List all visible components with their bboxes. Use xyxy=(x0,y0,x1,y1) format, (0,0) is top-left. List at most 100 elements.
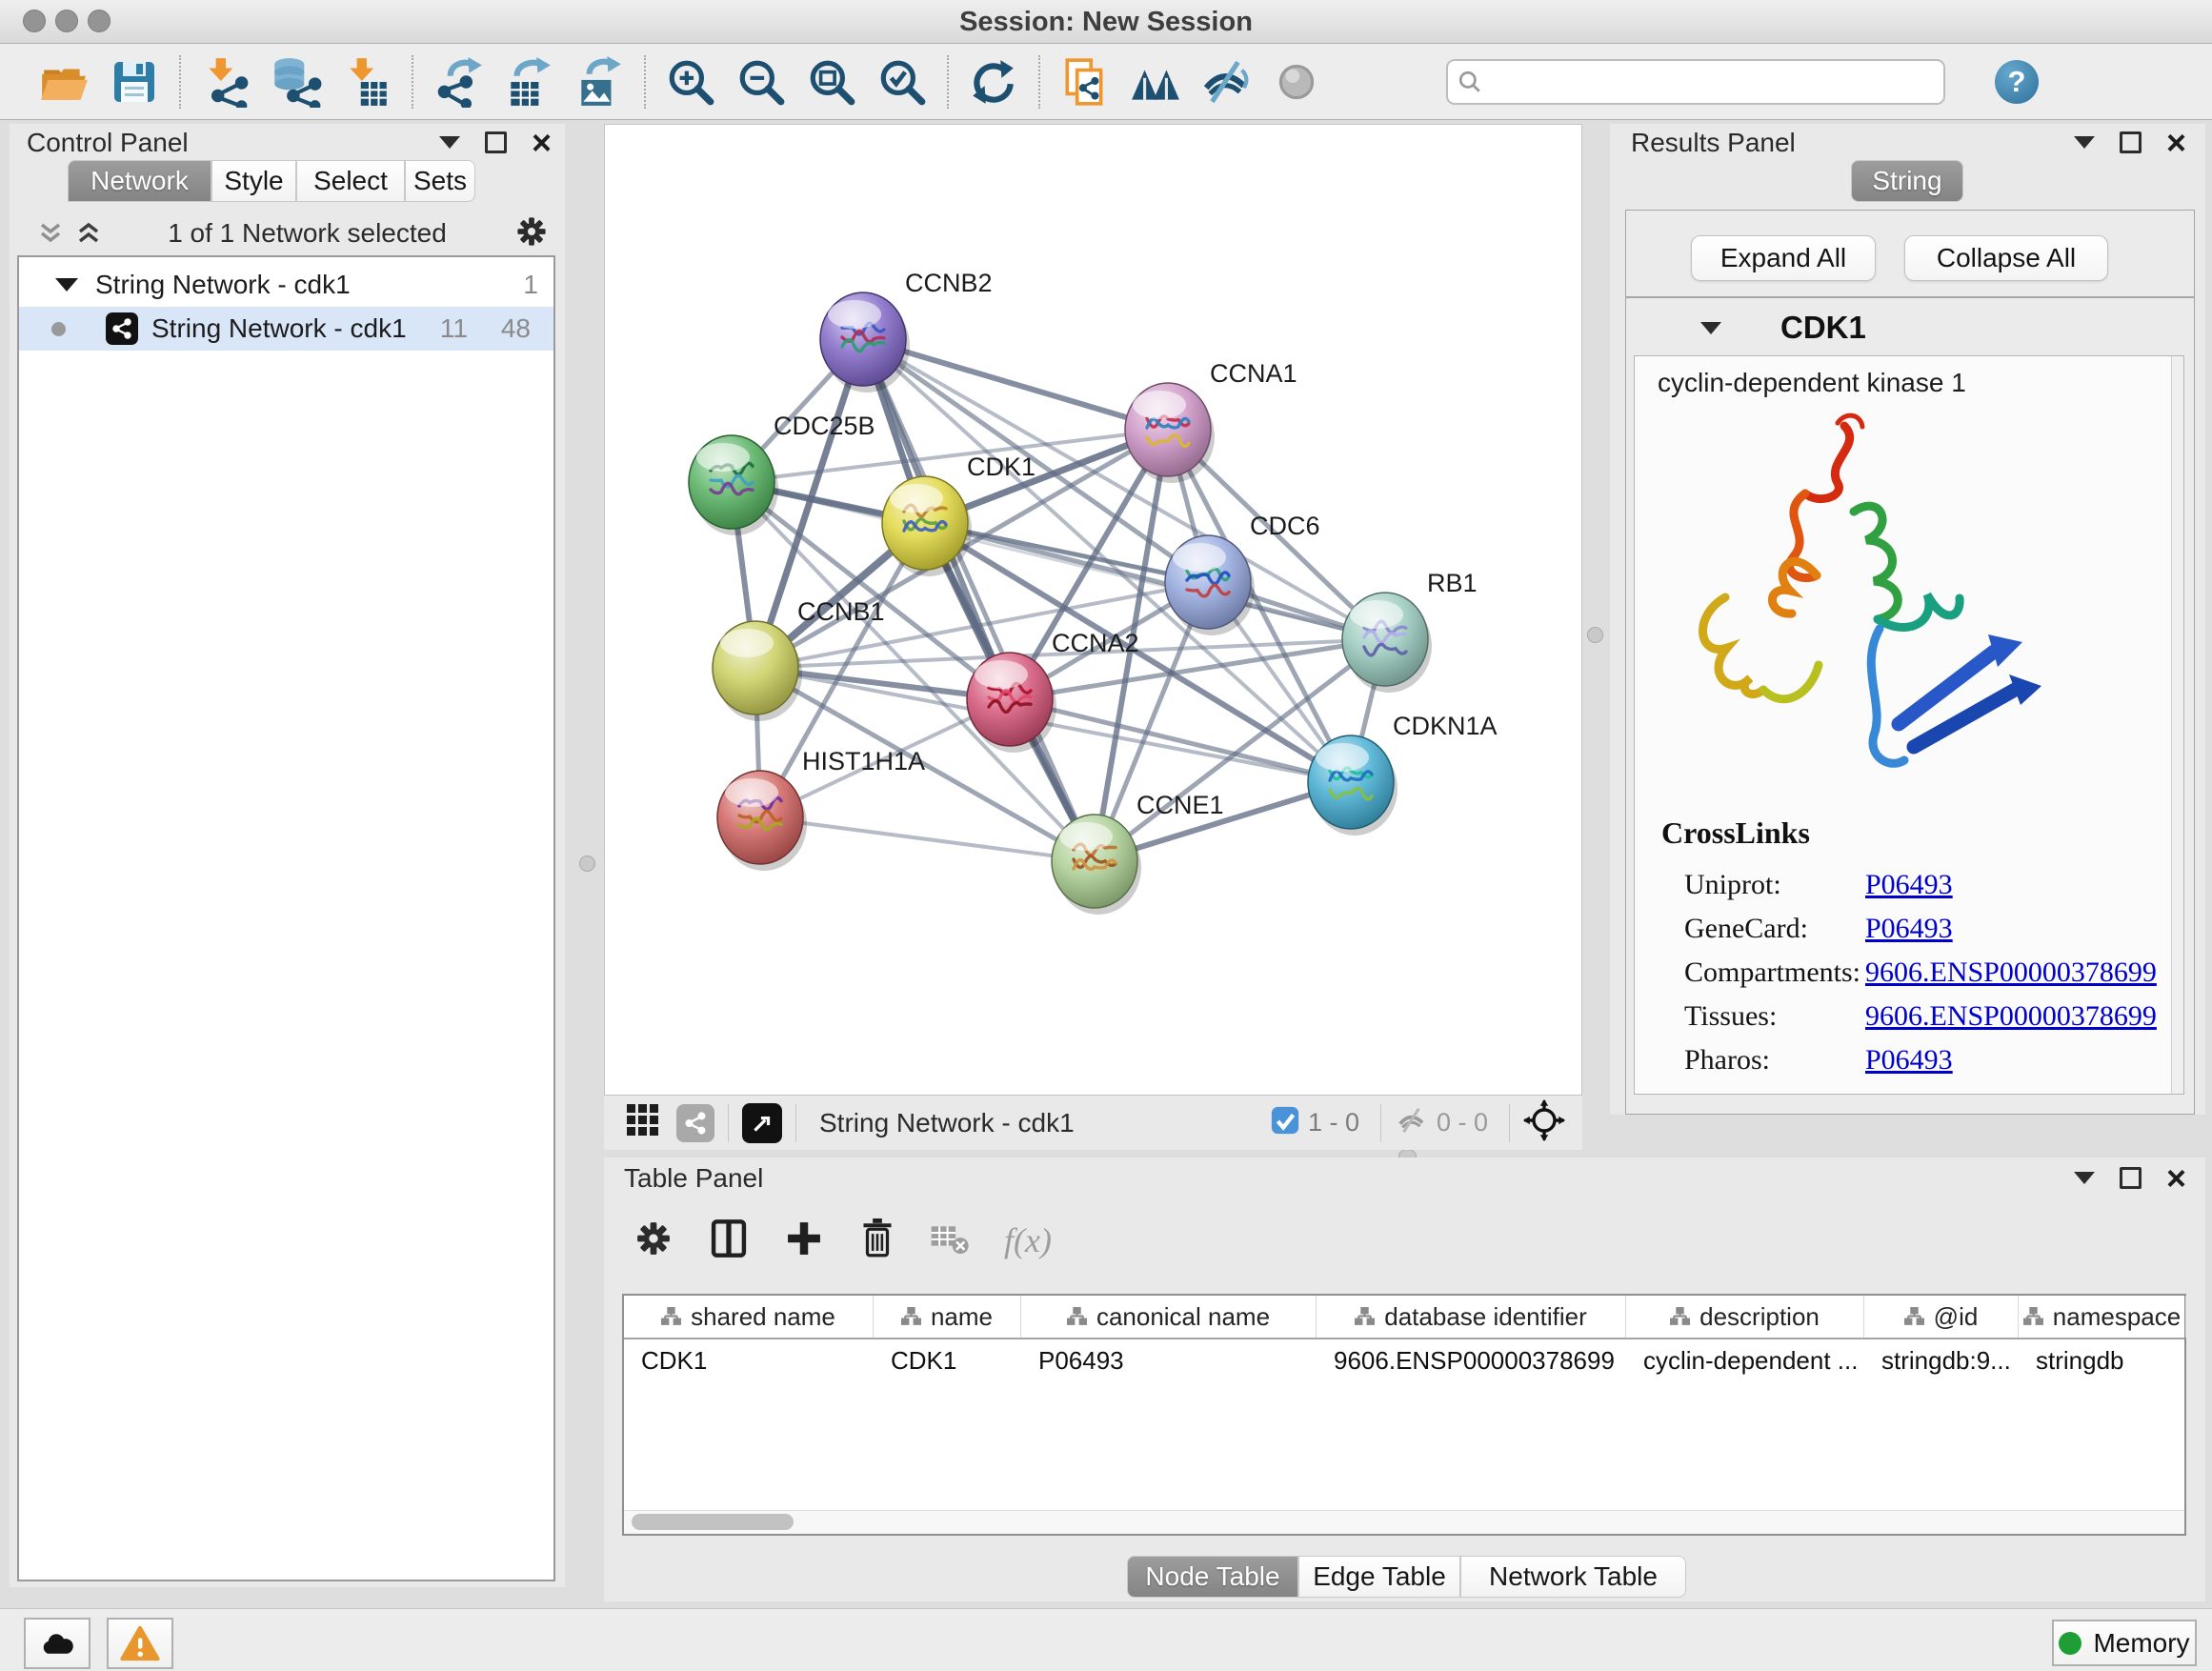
panel-close-icon[interactable]: × xyxy=(2166,133,2186,152)
column-header-canonical-name[interactable]: canonical name xyxy=(1021,1296,1317,1338)
delete-column-icon[interactable] xyxy=(857,1217,897,1265)
import-network-from-database-button[interactable] xyxy=(261,51,332,112)
network-node-hist1h1a[interactable]: HIST1H1A xyxy=(717,747,925,864)
save-session-button[interactable] xyxy=(99,51,170,112)
table-panel-title: Table Panel xyxy=(624,1163,763,1194)
right-splitter-handle[interactable] xyxy=(1587,627,1603,643)
crosslink-row: Compartments:9606.ENSP00000378699 xyxy=(1684,951,2161,995)
results-scrollbar[interactable] xyxy=(2171,356,2183,1094)
tab-network[interactable]: Network xyxy=(68,160,211,202)
column-header-label: description xyxy=(1699,1302,1820,1332)
table-cell[interactable]: 9606.ENSP00000378699 xyxy=(1317,1339,1626,1381)
detach-view-icon[interactable] xyxy=(742,1103,782,1143)
expand-all-networks-icon[interactable] xyxy=(76,222,101,245)
toolbar-search-field[interactable] xyxy=(1446,59,1945,105)
panel-float-icon[interactable] xyxy=(485,131,507,153)
toolbar-separator xyxy=(1509,1104,1510,1142)
column-header-label: database identifier xyxy=(1384,1302,1586,1332)
table-options-gear-icon[interactable] xyxy=(633,1218,674,1264)
export-image-button[interactable] xyxy=(564,51,634,112)
network-overview-button[interactable] xyxy=(1120,51,1191,112)
network-edge[interactable] xyxy=(863,339,1095,861)
column-header-database-identifier[interactable]: database identifier xyxy=(1317,1296,1626,1338)
left-splitter-handle[interactable] xyxy=(579,856,595,872)
panel-menu-icon[interactable] xyxy=(2074,1172,2095,1184)
network-snapshot-button[interactable] xyxy=(1050,51,1120,112)
scrollbar-thumb[interactable] xyxy=(632,1514,794,1530)
table-cell[interactable]: P06493 xyxy=(1021,1339,1317,1381)
control-panel: Control Panel × Network Style Select Set… xyxy=(10,124,565,1587)
crosslink-link[interactable]: 9606.ENSP00000378699 xyxy=(1865,1000,2157,1033)
tab-string[interactable]: String xyxy=(1851,160,1963,202)
zoom-fit-button[interactable] xyxy=(796,51,867,112)
hidden-eye-icon[interactable] xyxy=(1395,1105,1429,1140)
column-header-name[interactable]: name xyxy=(874,1296,1021,1338)
network-edge[interactable] xyxy=(760,817,1095,861)
gene-section-header[interactable]: CDK1 xyxy=(1626,302,2194,353)
panel-float-icon[interactable] xyxy=(2120,1167,2142,1189)
export-table-button[interactable] xyxy=(493,51,564,112)
hide-graphics-details-button[interactable] xyxy=(1191,51,1261,112)
show-graphics-details-button[interactable] xyxy=(1261,51,1332,112)
birds-eye-toggle-icon[interactable] xyxy=(1523,1099,1565,1146)
column-header-namespace[interactable]: namespace xyxy=(2019,1296,2186,1338)
zoom-selected-button[interactable] xyxy=(867,51,937,112)
collapse-all-networks-icon[interactable] xyxy=(38,222,63,245)
expand-all-button[interactable]: Expand All xyxy=(1691,235,1876,281)
table-row[interactable]: CDK1CDK1P064939606.ENSP00000378699cyclin… xyxy=(624,1339,2184,1381)
section-collapse-icon[interactable] xyxy=(1700,322,1721,334)
tab-node-table[interactable]: Node Table xyxy=(1127,1556,1298,1598)
create-column-icon[interactable] xyxy=(783,1218,825,1264)
import-table-button[interactable] xyxy=(332,51,402,112)
network-tree-root-row[interactable]: String Network - cdk1 1 xyxy=(19,263,553,307)
table-cell[interactable]: CDK1 xyxy=(624,1339,874,1381)
search-input[interactable] xyxy=(1482,66,1934,97)
memory-button[interactable]: Memory xyxy=(2052,1620,2197,1666)
main-toolbar: ? xyxy=(0,44,2212,120)
network-tree-child-row[interactable]: String Network - cdk1 11 48 xyxy=(19,307,553,351)
zoom-out-button[interactable] xyxy=(726,51,796,112)
grid-view-icon[interactable] xyxy=(625,1102,661,1143)
tree-expander-icon[interactable] xyxy=(55,278,78,292)
column-header--id[interactable]: @id xyxy=(1864,1296,2019,1338)
network-node-rb1[interactable]: RB1 xyxy=(1342,569,1478,686)
panel-menu-icon[interactable] xyxy=(439,136,460,149)
panel-close-icon[interactable]: × xyxy=(2166,1169,2186,1188)
tab-network-table[interactable]: Network Table xyxy=(1460,1556,1686,1598)
import-network-button[interactable] xyxy=(191,51,261,112)
table-cell[interactable]: CDK1 xyxy=(874,1339,1021,1381)
show-columns-icon[interactable] xyxy=(707,1217,751,1265)
table-cell[interactable]: cyclin-dependent ... xyxy=(1626,1339,1864,1381)
network-node-cdkn1a[interactable]: CDKN1A xyxy=(1308,712,1498,829)
results-panel-title: Results Panel xyxy=(1631,128,1796,158)
apply-layout-button[interactable] xyxy=(958,51,1029,112)
import-table-icon xyxy=(341,56,392,108)
selected-checkbox-icon[interactable] xyxy=(1270,1105,1300,1140)
tab-edge-table[interactable]: Edge Table xyxy=(1298,1556,1460,1598)
panel-float-icon[interactable] xyxy=(2120,131,2142,153)
crosslink-link[interactable]: P06493 xyxy=(1865,1044,1953,1077)
help-button[interactable]: ? xyxy=(1995,60,2039,104)
crosslink-link[interactable]: P06493 xyxy=(1865,913,1953,945)
panel-menu-icon[interactable] xyxy=(2074,136,2095,149)
tab-select[interactable]: Select xyxy=(296,160,405,202)
open-session-button[interactable] xyxy=(29,51,99,112)
tab-style[interactable]: Style xyxy=(211,160,296,202)
warnings-button[interactable] xyxy=(107,1618,173,1669)
table-cell[interactable]: stringdb xyxy=(2019,1339,2186,1381)
cloud-status-button[interactable] xyxy=(24,1618,90,1669)
tab-sets[interactable]: Sets xyxy=(405,160,475,202)
crosslink-link[interactable]: P06493 xyxy=(1865,869,1953,901)
column-header-description[interactable]: description xyxy=(1626,1296,1864,1338)
export-network-button[interactable] xyxy=(423,51,493,112)
single-view-icon[interactable] xyxy=(676,1104,714,1142)
network-canvas[interactable]: CCNB2CCNA1CDC25BCDK1CDC6RB1CCNB1CCNA2CDK… xyxy=(604,124,1582,1096)
network-options-gear-icon[interactable] xyxy=(513,213,550,254)
column-header-shared-name[interactable]: shared name xyxy=(624,1296,874,1338)
crosslink-link[interactable]: 9606.ENSP00000378699 xyxy=(1865,956,2157,989)
zoom-in-button[interactable] xyxy=(655,51,726,112)
table-horizontal-scrollbar[interactable] xyxy=(624,1510,2184,1534)
collapse-all-button[interactable]: Collapse All xyxy=(1904,235,2108,281)
panel-close-icon[interactable]: × xyxy=(532,133,552,152)
table-cell[interactable]: stringdb:9... xyxy=(1864,1339,2019,1381)
